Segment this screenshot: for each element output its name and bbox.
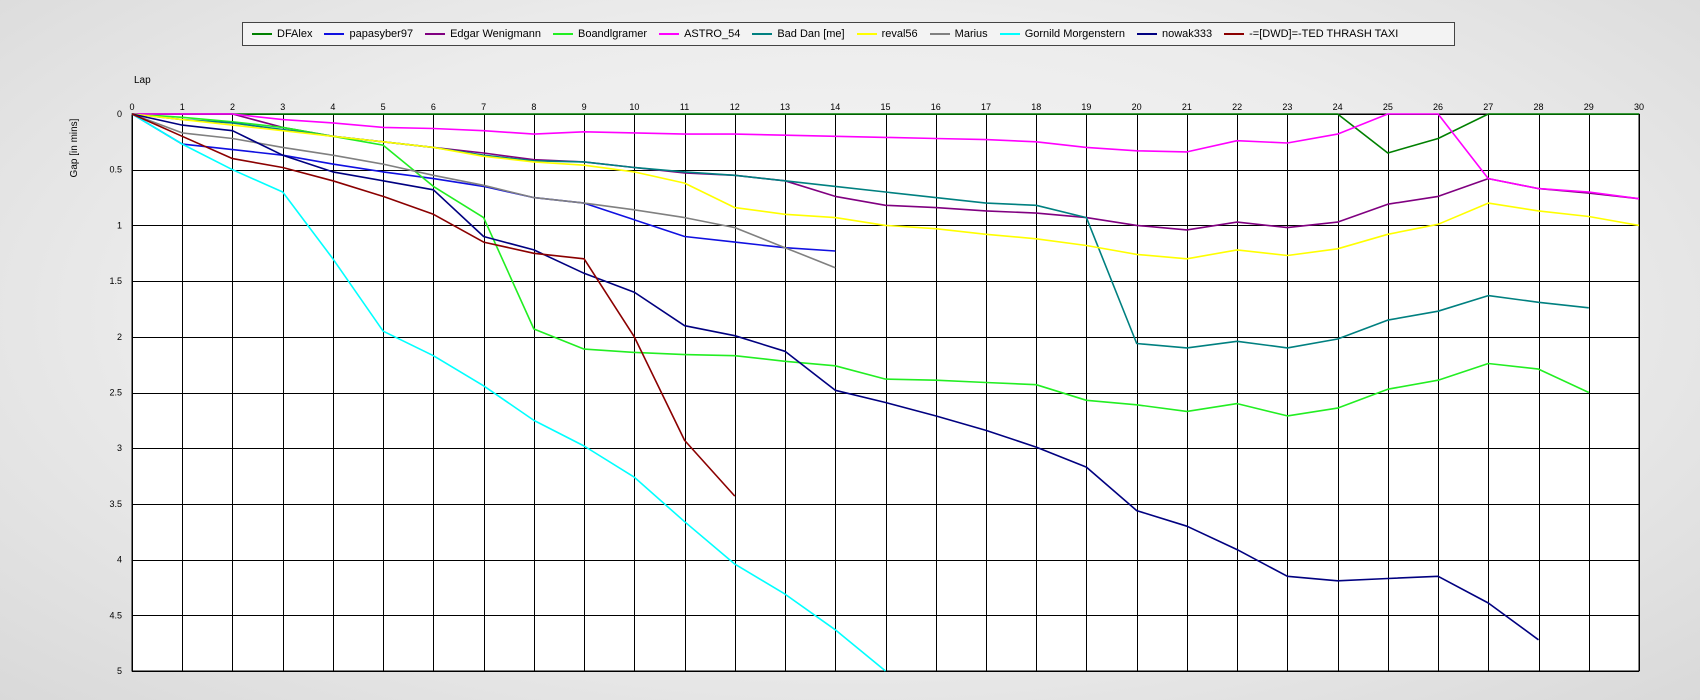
y-tick-label: 2 bbox=[117, 332, 122, 342]
x-tick-label: 9 bbox=[582, 102, 587, 112]
y-axis-title: Gap [in mins] bbox=[69, 118, 80, 177]
x-tick-label: 23 bbox=[1282, 102, 1292, 112]
y-tick-label: 5 bbox=[117, 666, 122, 676]
y-tick-label: 3.5 bbox=[109, 499, 122, 509]
x-tick-label: 28 bbox=[1534, 102, 1544, 112]
x-axis-title: Lap bbox=[134, 75, 151, 86]
x-tick-label: 29 bbox=[1584, 102, 1594, 112]
x-tick-label: 26 bbox=[1433, 102, 1443, 112]
x-tick-label: 14 bbox=[830, 102, 840, 112]
x-tick-label: 12 bbox=[730, 102, 740, 112]
x-tick-label: 11 bbox=[680, 102, 689, 112]
x-tick-label: 17 bbox=[981, 102, 991, 112]
x-tick-label: 30 bbox=[1634, 102, 1644, 112]
x-tick-label: 18 bbox=[1031, 102, 1041, 112]
y-tick-label: 0 bbox=[117, 109, 122, 119]
x-tick-label: 6 bbox=[431, 102, 436, 112]
x-tick-label: 16 bbox=[931, 102, 941, 112]
x-tick-label: 20 bbox=[1132, 102, 1142, 112]
x-tick-label: 5 bbox=[381, 102, 386, 112]
x-tick-label: 3 bbox=[280, 102, 285, 112]
x-tick-label: 24 bbox=[1333, 102, 1343, 112]
x-tick-label: 19 bbox=[1081, 102, 1091, 112]
y-tick-label: 0.5 bbox=[109, 165, 122, 175]
y-tick-label: 4.5 bbox=[109, 610, 122, 620]
x-tick-label: 13 bbox=[780, 102, 790, 112]
plot-area bbox=[131, 113, 1640, 672]
y-tick-label: 1 bbox=[117, 220, 122, 230]
grid bbox=[131, 113, 1640, 672]
x-tick-label: 4 bbox=[330, 102, 335, 112]
x-tick-label: 7 bbox=[481, 102, 486, 112]
x-tick-label: 22 bbox=[1232, 102, 1242, 112]
line-chart: 0 1 2 3 4 5 6 7 8 9 10 11 12 13 14 15 16 17 18 19 20 21 22 23 24… bbox=[69, 75, 1644, 676]
x-tick-label: 2 bbox=[230, 102, 235, 112]
x-tick-label: 10 bbox=[629, 102, 639, 112]
x-tick-label: 21 bbox=[1182, 102, 1192, 112]
y-tick-label: 1.5 bbox=[109, 276, 122, 286]
x-tick-label: 27 bbox=[1483, 102, 1493, 112]
x-tick-label: 25 bbox=[1383, 102, 1393, 112]
y-tick-label: 3 bbox=[117, 443, 122, 453]
y-tick-label: 4 bbox=[117, 555, 122, 565]
x-tick-label: 0 bbox=[129, 102, 134, 112]
x-tick-label: 15 bbox=[880, 102, 890, 112]
y-tick-label: 2.5 bbox=[109, 388, 122, 398]
x-tick-label: 8 bbox=[531, 102, 536, 112]
x-tick-label: 1 bbox=[180, 102, 185, 112]
